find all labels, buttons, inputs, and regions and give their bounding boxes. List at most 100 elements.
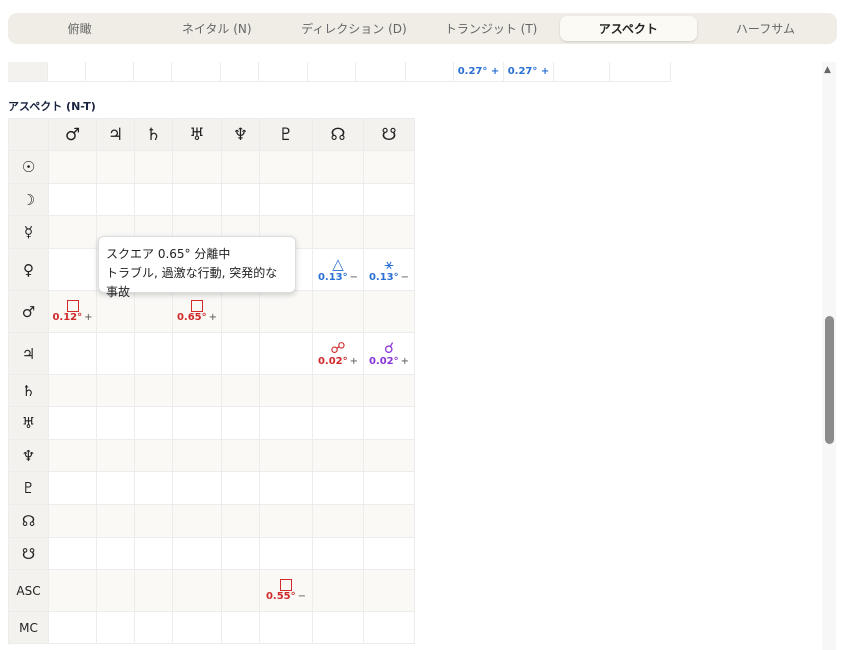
tooltip-title: スクエア 0.65° 分離中 — [106, 247, 231, 261]
table-cell — [312, 215, 364, 249]
table-cell — [134, 611, 173, 644]
square-icon — [280, 578, 292, 591]
conjunction-icon: ☌ — [383, 338, 395, 357]
square-icon — [66, 299, 79, 312]
table-cell — [312, 471, 364, 505]
table-cell — [134, 406, 173, 440]
table-cell — [363, 471, 415, 505]
orb-direction-sign: − — [297, 590, 307, 602]
table-cell — [356, 62, 406, 82]
table-row: ☽ — [8, 183, 415, 216]
orb-degrees: 0.55° — [265, 590, 296, 602]
previous-table-last-row: 0.27° + 0.27° + — [8, 62, 671, 82]
table-cell — [172, 374, 222, 407]
table-row: ♇ — [8, 471, 415, 505]
tab-direction[interactable]: ディレクション (D) — [285, 16, 422, 41]
aspect-orb-value: 0.13° − — [369, 272, 409, 284]
table-cell — [172, 406, 222, 440]
aspect-value: 0.27° + — [454, 62, 504, 82]
scroll-up-icon[interactable]: ▲ — [824, 65, 831, 75]
row-header-planet: ♇ — [8, 471, 49, 505]
table-cell — [610, 62, 671, 82]
table-cell — [48, 183, 97, 216]
table-cell — [259, 332, 313, 375]
aspect-cell[interactable]: 0.55° − — [259, 569, 313, 612]
row-header-planet: ♂ — [8, 290, 49, 333]
column-header-planet: ☊ — [312, 118, 364, 151]
table-cell — [363, 537, 415, 570]
table-cell — [48, 374, 97, 407]
table-cell — [363, 406, 415, 440]
table-cell — [48, 332, 97, 375]
tab-overview[interactable]: 俯瞰 — [11, 16, 148, 41]
table-cell — [221, 150, 260, 184]
table-cell — [221, 569, 260, 612]
aspect-orb-value: 0.13° − — [318, 272, 358, 284]
column-header-planet: ♇ — [259, 118, 313, 151]
table-cell — [48, 248, 97, 291]
table-cell — [259, 611, 313, 644]
scrollbar-thumb[interactable] — [825, 316, 834, 444]
table-cell — [363, 215, 415, 249]
table-row: ☊ — [8, 504, 415, 538]
table-cell — [363, 290, 415, 333]
table-cell — [172, 569, 222, 612]
table-cell — [312, 290, 364, 333]
aspect-grid: ♂ ♃ ♄ ♅ ♆ ♇ ☊ ☋ ☉ ☽ ☿ ♀ △ 0.13° − ⚹ 0.13° − ♂ 0.12° +0.65° +… — [8, 118, 415, 644]
aspect-tooltip: スクエア 0.65° 分離中 トラブル, 過激な行動, 突発的な事故 — [98, 236, 296, 299]
tab-natal[interactable]: ネイタル (N) — [148, 16, 285, 41]
table-cell — [363, 611, 415, 644]
table-cell — [172, 183, 222, 216]
table-cell — [48, 471, 97, 505]
aspect-value: 0.27° + — [504, 62, 554, 82]
tab-transit[interactable]: トランジット (T) — [423, 16, 560, 41]
row-header-planet: ♆ — [8, 439, 49, 472]
table-cell — [48, 537, 97, 570]
tab-bar: 俯瞰 ネイタル (N) ディレクション (D) トランジット (T) アスペクト… — [8, 13, 837, 44]
table-cell — [363, 439, 415, 472]
table-cell — [312, 183, 364, 216]
orb-direction-sign: − — [349, 271, 359, 283]
orb-direction-sign: + — [208, 311, 218, 323]
row-header-planet: ♀ — [8, 248, 49, 291]
table-cell — [312, 611, 364, 644]
table-cell — [48, 439, 97, 472]
table-cell — [96, 611, 135, 644]
tooltip-description: トラブル, 過激な行動, 突発的な事故 — [106, 266, 278, 299]
table-row: ♃ ☍ 0.02° + ☌ 0.02° + — [8, 332, 415, 375]
table-cell — [172, 150, 222, 184]
table-cell — [48, 215, 97, 249]
table-cell — [134, 537, 173, 570]
column-header-planet: ♅ — [172, 118, 222, 151]
table-cell — [172, 537, 222, 570]
table-cell — [96, 406, 135, 440]
table-cell — [312, 569, 364, 612]
table-cell — [259, 62, 308, 82]
table-cell — [221, 471, 260, 505]
table-cell — [363, 374, 415, 407]
table-cell — [134, 62, 172, 82]
table-cell — [172, 332, 222, 375]
aspect-cell[interactable]: ☍ 0.02° + — [312, 332, 364, 375]
aspect-cell[interactable]: 0.12° + — [48, 290, 97, 333]
table-cell — [259, 150, 313, 184]
table-cell — [259, 471, 313, 505]
aspect-cell[interactable]: △ 0.13° − — [312, 248, 364, 291]
table-cell — [96, 150, 135, 184]
tab-halfsum[interactable]: ハーフサム — [697, 16, 834, 41]
aspect-cell[interactable]: ⚹ 0.13° − — [363, 248, 415, 291]
table-cell — [221, 332, 260, 375]
tab-aspect[interactable]: アスペクト — [559, 16, 697, 41]
row-header-planet: ♅ — [8, 406, 49, 440]
column-header-planet: ☋ — [363, 118, 415, 151]
table-cell — [96, 183, 135, 216]
table-cell — [312, 537, 364, 570]
table-cell — [406, 62, 454, 82]
table-row: ♆ — [8, 439, 415, 472]
table-cell — [172, 611, 222, 644]
table-cell — [48, 62, 86, 82]
table-cell — [48, 569, 97, 612]
aspect-cell[interactable]: ☌ 0.02° + — [363, 332, 415, 375]
section-title: アスペクト (N-T) — [8, 100, 96, 113]
row-header-planet: ☉ — [8, 150, 49, 184]
